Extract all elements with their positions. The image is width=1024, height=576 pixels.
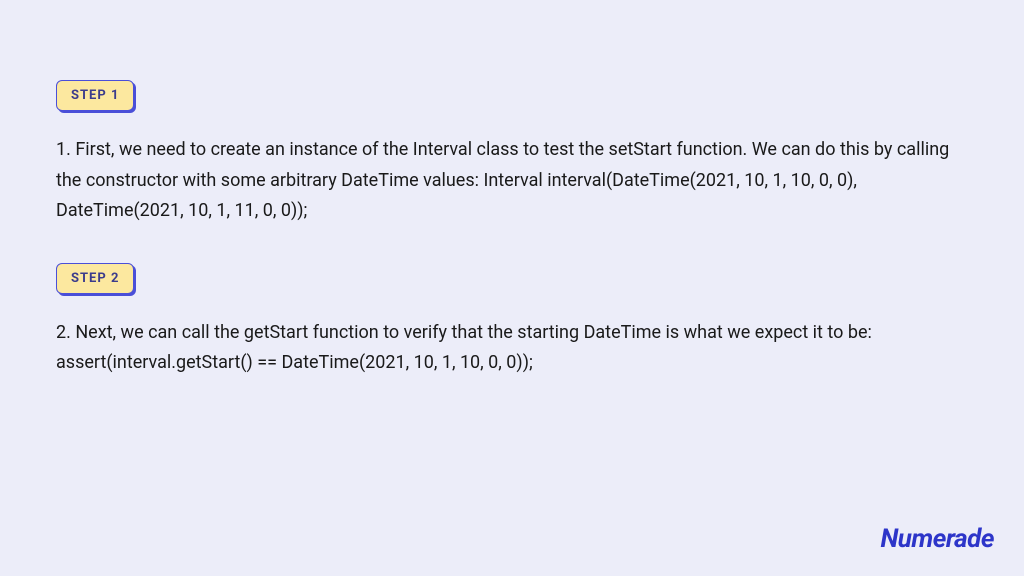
- step-block-2: STEP 2 2. Next, we can call the getStart…: [56, 263, 968, 379]
- step-2-text: 2. Next, we can call the getStart functi…: [56, 318, 968, 379]
- step-1-badge: STEP 1: [56, 80, 134, 111]
- content-area: STEP 1 1. First, we need to create an in…: [0, 0, 1024, 379]
- step-block-1: STEP 1 1. First, we need to create an in…: [56, 80, 968, 227]
- numerade-logo: Numerade: [880, 524, 994, 554]
- step-2-badge: STEP 2: [56, 263, 134, 294]
- step-1-text: 1. First, we need to create an instance …: [56, 135, 968, 227]
